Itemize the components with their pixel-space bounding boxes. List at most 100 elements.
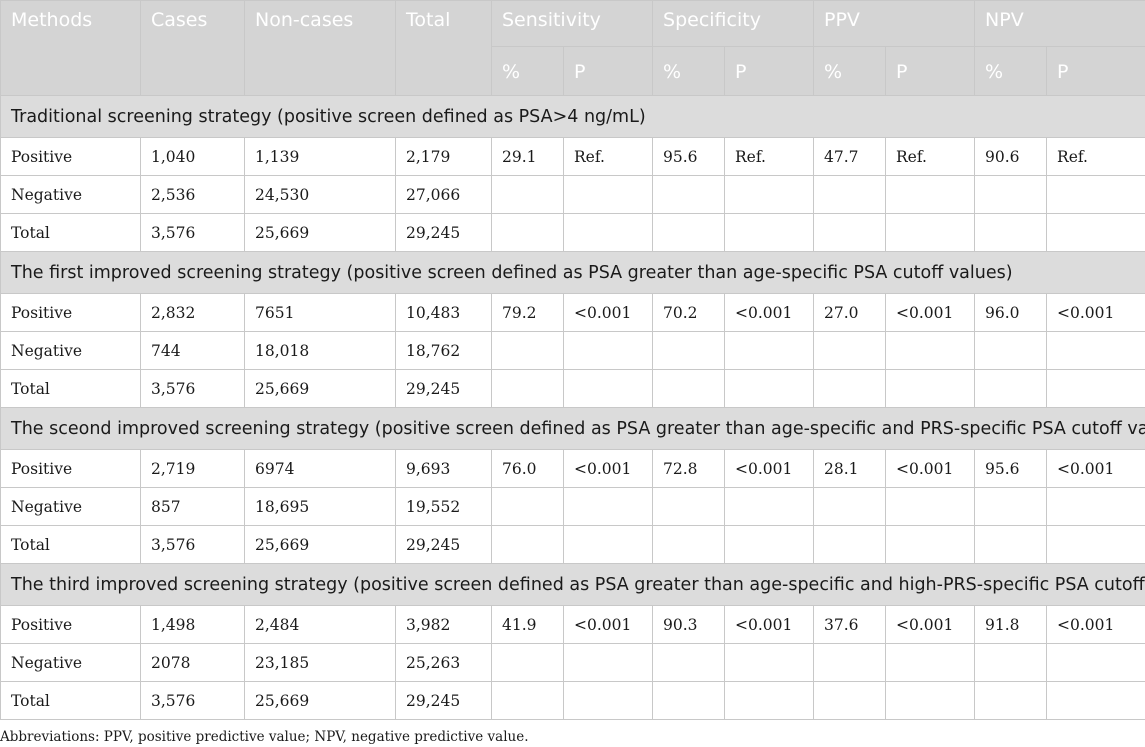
cell-cases: 2,832 xyxy=(140,293,245,332)
row-label: Positive xyxy=(0,137,141,176)
cell-metric-7 xyxy=(1046,213,1145,252)
cell-metric-7: Ref. xyxy=(1046,137,1145,176)
table-row: Positive 2,832 7651 10,483 79.2 <0.001 70.2 <0.… xyxy=(0,293,1145,332)
cell-metric-7 xyxy=(1046,369,1145,408)
cell-metric-6: 95.6 xyxy=(974,449,1048,488)
section-title: The first improved screening strategy (p… xyxy=(0,251,1145,294)
cell-metric-0 xyxy=(491,331,564,370)
table-row: Negative 2078 23,185 25,263 xyxy=(0,643,1145,682)
cell-metric-0 xyxy=(491,175,564,214)
cell-noncases: 6974 xyxy=(244,449,396,488)
header-total: Total xyxy=(395,0,492,96)
header-ppv: PPV xyxy=(813,0,976,47)
results-table: Methods Cases Non-cases Total Sensitivit… xyxy=(0,0,1145,720)
cell-metric-6 xyxy=(974,525,1048,564)
cell-metric-5: <0.001 xyxy=(885,605,976,644)
cell-metric-1: <0.001 xyxy=(562,293,654,332)
table-row: Positive 2,719 6974 9,693 76.0 <0.001 72.8 <0.0… xyxy=(0,449,1145,488)
footnote: Abbreviations: PPV, positive predictive … xyxy=(0,729,529,745)
row-label: Positive xyxy=(0,293,141,332)
cell-cases: 3,576 xyxy=(140,681,245,720)
cell-metric-4: 28.1 xyxy=(813,449,887,488)
cell-metric-6 xyxy=(974,487,1048,526)
cell-metric-4 xyxy=(813,213,887,252)
cell-metric-2 xyxy=(652,643,726,682)
cell-metric-6 xyxy=(974,331,1048,370)
cell-metric-5: <0.001 xyxy=(885,293,976,332)
cell-metric-2 xyxy=(652,213,726,252)
cell-total: 25,263 xyxy=(395,643,492,682)
cell-metric-4: 27.0 xyxy=(813,293,887,332)
cell-total: 29,245 xyxy=(395,213,492,252)
cell-metric-1 xyxy=(562,175,654,214)
cell-metric-2 xyxy=(652,175,726,214)
cell-metric-7 xyxy=(1046,525,1145,564)
cell-total: 9,693 xyxy=(395,449,492,488)
cell-metric-2 xyxy=(652,681,726,720)
row-label: Total xyxy=(0,681,141,720)
cell-total: 29,245 xyxy=(395,525,492,564)
header-sensitivity-pct: % xyxy=(491,46,564,96)
cell-metric-3: Ref. xyxy=(724,137,815,176)
cell-metric-6 xyxy=(974,213,1048,252)
header-methods: Methods xyxy=(0,0,141,96)
cell-metric-1 xyxy=(562,681,654,720)
header-npv-p: P xyxy=(1046,46,1145,96)
cell-metric-4 xyxy=(813,369,887,408)
cell-metric-1 xyxy=(562,331,654,370)
cell-metric-5 xyxy=(885,487,976,526)
cell-total: 29,245 xyxy=(395,681,492,720)
cell-metric-7 xyxy=(1046,175,1145,214)
cell-metric-2: 72.8 xyxy=(652,449,726,488)
section-title: The third improved screening strategy (p… xyxy=(0,563,1145,606)
cell-metric-4: 37.6 xyxy=(813,605,887,644)
cell-metric-4 xyxy=(813,643,887,682)
cell-metric-7: <0.001 xyxy=(1046,293,1145,332)
cell-metric-2: 90.3 xyxy=(652,605,726,644)
cell-metric-0: 41.9 xyxy=(491,605,564,644)
cell-metric-7: <0.001 xyxy=(1046,449,1145,488)
cell-total: 29,245 xyxy=(395,369,492,408)
cell-metric-0 xyxy=(491,681,564,720)
cell-noncases: 18,018 xyxy=(244,331,396,370)
cell-cases: 3,576 xyxy=(140,525,245,564)
cell-total: 27,066 xyxy=(395,175,492,214)
cell-total: 18,762 xyxy=(395,331,492,370)
cell-metric-2 xyxy=(652,525,726,564)
header-npv-pct: % xyxy=(974,46,1048,96)
cell-noncases: 25,669 xyxy=(244,213,396,252)
cell-cases: 1,498 xyxy=(140,605,245,644)
header-cases: Cases xyxy=(140,0,245,96)
cell-metric-5: Ref. xyxy=(885,137,976,176)
cell-metric-2 xyxy=(652,487,726,526)
row-label: Negative xyxy=(0,487,141,526)
cell-cases: 3,576 xyxy=(140,213,245,252)
cell-metric-2: 95.6 xyxy=(652,137,726,176)
cell-metric-1 xyxy=(562,213,654,252)
cell-cases: 857 xyxy=(140,487,245,526)
cell-cases: 2,536 xyxy=(140,175,245,214)
table-row: Total 3,576 25,669 29,245 xyxy=(0,213,1145,252)
cell-total: 10,483 xyxy=(395,293,492,332)
table-row: Positive 1,498 2,484 3,982 41.9 <0.001 90.3 <0.… xyxy=(0,605,1145,644)
cell-metric-5 xyxy=(885,681,976,720)
table-header: Methods Cases Non-cases Total Sensitivit… xyxy=(0,0,1145,96)
cell-metric-5: <0.001 xyxy=(885,449,976,488)
cell-metric-6 xyxy=(974,369,1048,408)
cell-metric-6 xyxy=(974,681,1048,720)
cell-metric-1 xyxy=(562,487,654,526)
cell-metric-3 xyxy=(724,369,815,408)
cell-metric-1 xyxy=(562,643,654,682)
cell-total: 2,179 xyxy=(395,137,492,176)
cell-metric-3 xyxy=(724,487,815,526)
cell-noncases: 25,669 xyxy=(244,369,396,408)
cell-metric-3 xyxy=(724,681,815,720)
row-label: Positive xyxy=(0,449,141,488)
cell-metric-1 xyxy=(562,525,654,564)
cell-metric-0 xyxy=(491,487,564,526)
header-specificity: Specificity xyxy=(652,0,815,47)
section-title: The sceond improved screening strategy (… xyxy=(0,407,1145,450)
cell-metric-3: <0.001 xyxy=(724,293,815,332)
cell-noncases: 18,695 xyxy=(244,487,396,526)
cell-metric-1: <0.001 xyxy=(562,605,654,644)
